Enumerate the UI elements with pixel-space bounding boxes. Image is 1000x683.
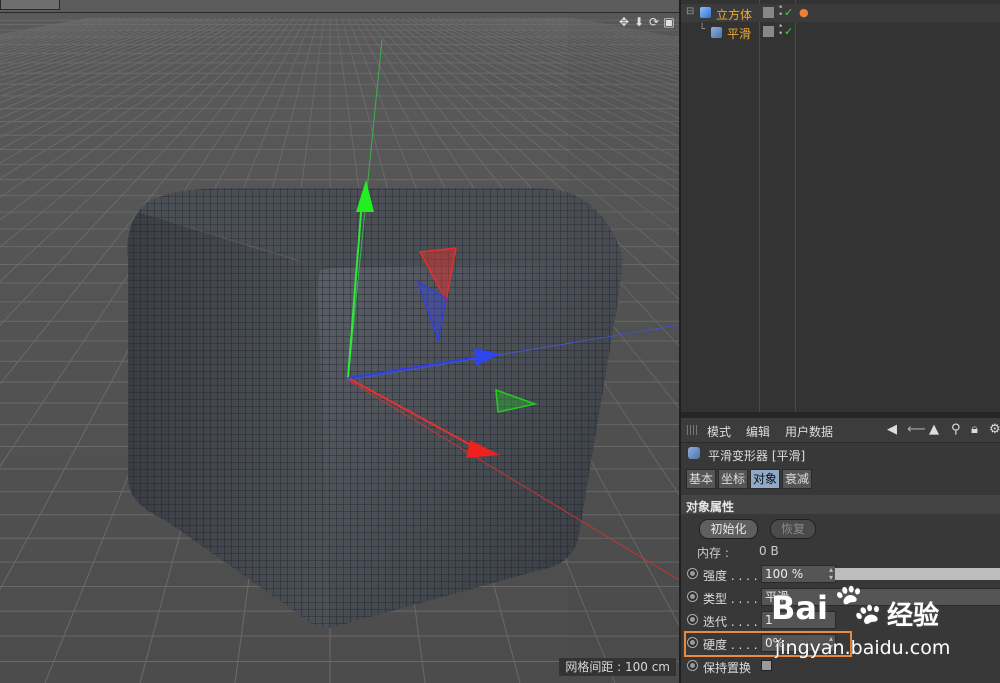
object-name-cube[interactable]: 立方体 (716, 6, 752, 23)
settings-icon[interactable]: ⚙ (989, 422, 1000, 437)
grip-icon[interactable] (687, 425, 697, 435)
search-icon[interactable]: ⚲ (951, 422, 961, 437)
back-arrow-icon[interactable]: ◀ (887, 422, 897, 437)
pointer-up-icon[interactable]: ▲ (929, 422, 939, 437)
lock-icon[interactable]: 🔒︎ (971, 422, 978, 437)
3d-viewport[interactable]: ✥ ⬇ ⟳ ▣ 网格间距 : 100 cm (0, 0, 679, 683)
maximize-icon[interactable]: ▣ (663, 16, 675, 28)
tree-branch-icon: └ (699, 24, 706, 35)
tab-basic[interactable]: 基本 (686, 469, 717, 489)
watermark-url: jingyan.baidu.com (775, 637, 951, 659)
tab-coord[interactable]: 坐标 (718, 469, 749, 489)
object-name-smooth[interactable]: 平滑 (727, 25, 751, 42)
object-manager[interactable]: ⊟ 立方体 • • ✓ ● └ 平滑 • • ✓ (681, 0, 1000, 412)
down-arrow-icon[interactable]: ⬇ (633, 16, 645, 28)
animate-radio-icon[interactable] (687, 591, 698, 602)
animate-radio-icon[interactable] (687, 568, 698, 579)
object-row-smooth[interactable]: └ 平滑 • • ✓ (681, 23, 1000, 42)
watermark-brand: Bai (771, 589, 828, 627)
memory-value: 0 B (759, 544, 779, 558)
enabled-check-icon[interactable]: ✓ (784, 6, 793, 19)
attribute-menubar: 模式 编辑 用户数据 ◀ ⟵ ▲ ⚲ 🔒︎ ⚙ (681, 418, 1000, 443)
layer-icon[interactable] (763, 7, 774, 18)
smoothing-deformer-icon (688, 447, 700, 459)
smoothing-deformer-icon (711, 27, 722, 38)
initialize-button[interactable]: 初始化 (699, 519, 758, 539)
forward-icon[interactable]: ⟵ (907, 422, 926, 437)
visibility-dots-icon[interactable]: • • (778, 4, 783, 20)
object-title: 平滑变形器 [平滑] (708, 449, 806, 463)
memory-label: 内存 : (697, 546, 729, 560)
visibility-dots-icon[interactable]: • • (778, 23, 783, 39)
param-label: 保持置换 (703, 661, 752, 675)
baidu-watermark: Bai 🐾︎ 经验 jingyan.baidu.com (765, 575, 995, 665)
param-label: 强度 . . . . (703, 569, 758, 583)
paw-logo-icon: 🐾︎ (830, 580, 886, 631)
viewport-top-bar (0, 0, 679, 13)
animate-radio-icon[interactable] (687, 660, 698, 671)
menu-user-data[interactable]: 用户数据 (785, 423, 833, 440)
column-divider (759, 0, 760, 412)
menu-edit[interactable]: 编辑 (746, 423, 770, 440)
grid-spacing-readout: 网格间距 : 100 cm (559, 658, 676, 676)
column-divider (795, 0, 796, 412)
restore-button[interactable]: 恢复 (770, 519, 816, 539)
phong-tag-icon[interactable]: ● (799, 6, 809, 19)
object-title-bar: 平滑变形器 [平滑] (681, 443, 1000, 465)
watermark-brand-cn: 经验 (887, 601, 940, 631)
section-header: 对象属性 (681, 495, 1000, 514)
rotate-icon[interactable]: ⟳ (648, 16, 660, 28)
enabled-check-icon[interactable]: ✓ (784, 25, 793, 38)
viewport-nav-icons: ✥ ⬇ ⟳ ▣ (618, 16, 675, 28)
collapse-icon[interactable]: ⊟ (686, 6, 694, 17)
viewport-tab[interactable] (0, 0, 60, 10)
tab-object[interactable]: 对象 (750, 469, 781, 489)
tab-falloff[interactable]: 衰减 (782, 469, 813, 489)
attribute-tabs: 基本 坐标 对象 衰减 (686, 469, 814, 489)
layer-icon[interactable] (763, 26, 774, 37)
menu-mode[interactable]: 模式 (707, 423, 731, 440)
object-row-cube[interactable]: ⊟ 立方体 • • ✓ ● (681, 4, 1000, 22)
move-icon[interactable]: ✥ (618, 16, 630, 28)
param-label: 迭代 . . . . (703, 615, 758, 629)
section-title: 对象属性 (686, 500, 735, 514)
param-label: 类型 . . . . (703, 592, 758, 606)
animate-radio-icon[interactable] (687, 614, 698, 625)
cube-icon (700, 7, 711, 18)
viewport-canvas[interactable] (0, 0, 679, 683)
